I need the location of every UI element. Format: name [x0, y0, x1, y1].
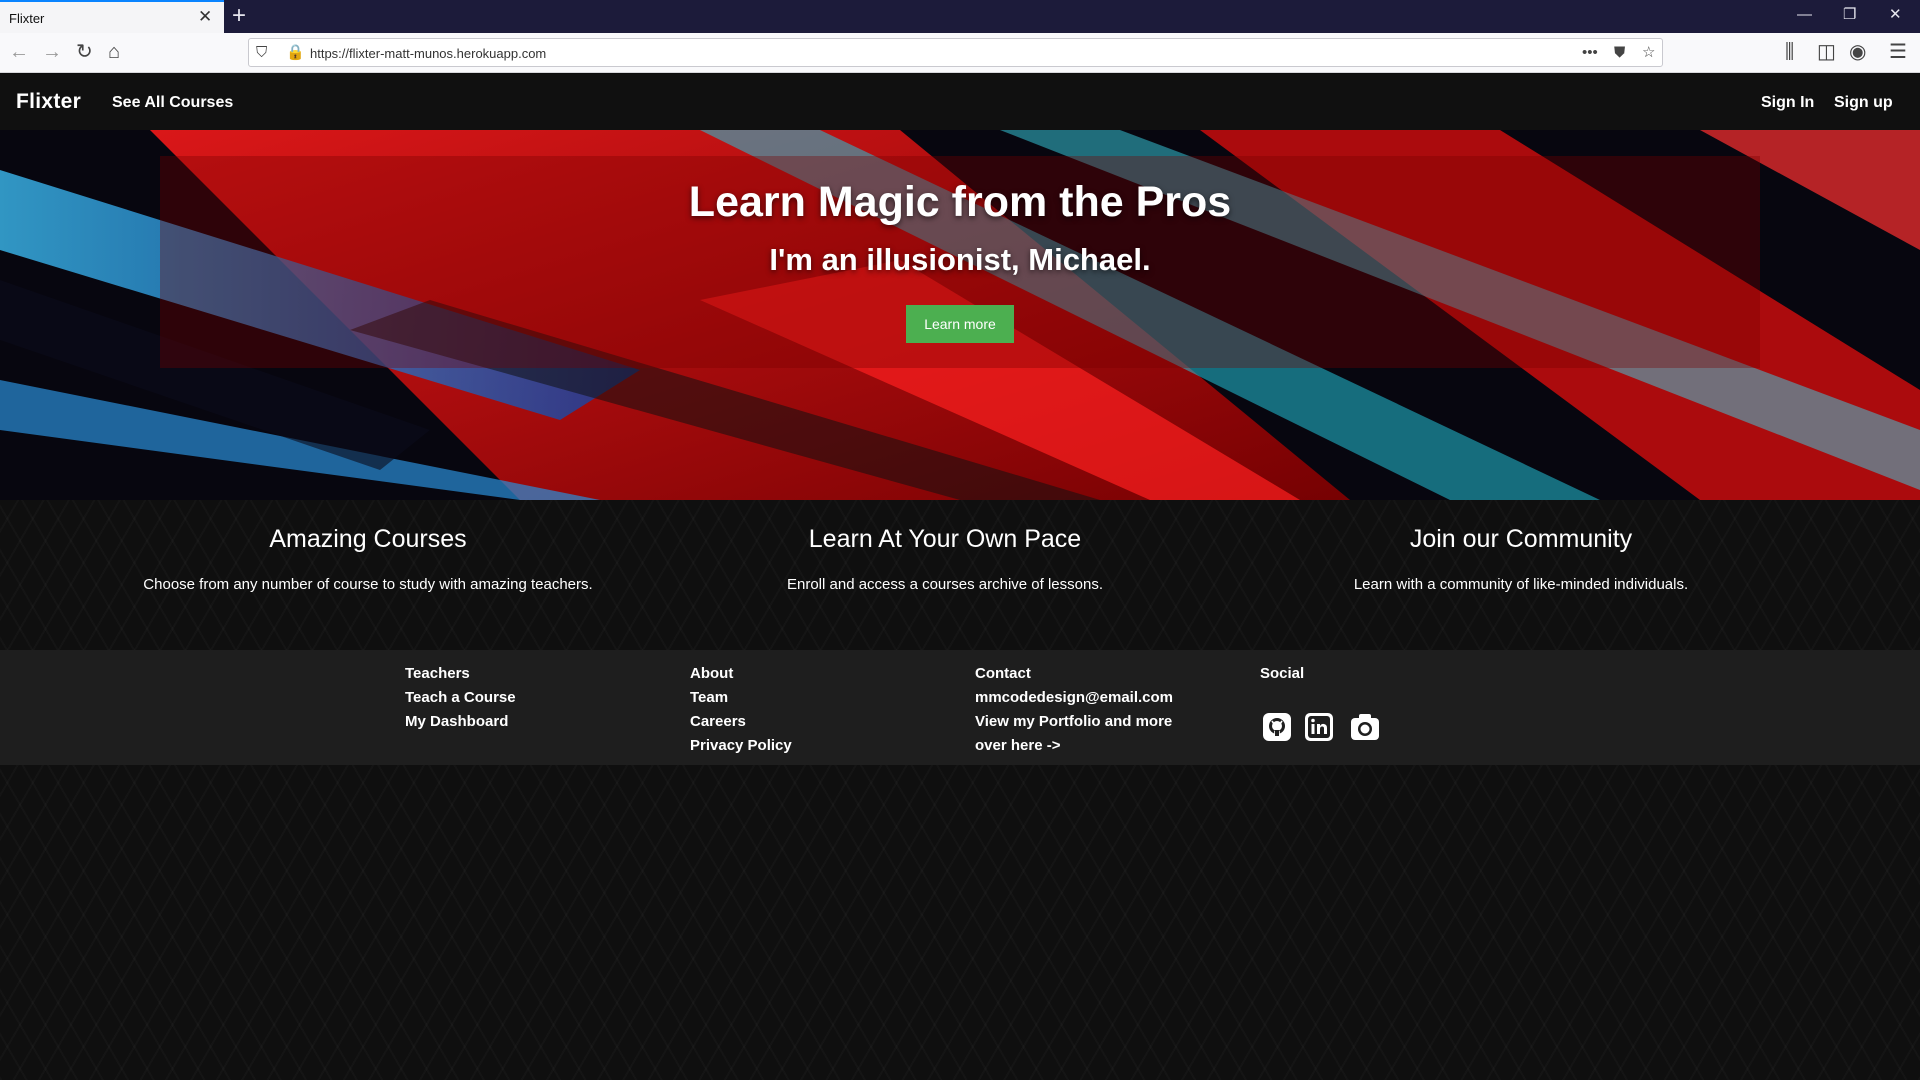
address-bar[interactable]: ⛉ 🔒 https://flixter-matt-munos.herokuapp…: [248, 38, 1663, 67]
restore-button[interactable]: ❐: [1843, 6, 1856, 24]
feature-own-pace: Learn At Your Own Pace Enroll and access…: [625, 500, 1265, 593]
footer-team-link[interactable]: Team: [690, 686, 920, 710]
footer-column-social: Social: [1260, 662, 1490, 686]
feature-text: Enroll and access a courses archive of l…: [787, 576, 1103, 593]
hero-subtitle: I'm an illusionist, Michael.: [769, 242, 1151, 277]
feature-text: Learn with a community of like-minded in…: [1353, 576, 1689, 593]
tab-title: Flixter: [9, 11, 45, 26]
footer-email-link[interactable]: mmcodedesign@email.com: [975, 686, 1235, 710]
hero-banner: Learn Magic from the Pros I'm an illusio…: [0, 130, 1920, 500]
back-icon[interactable]: ←: [9, 41, 29, 63]
feature-amazing-courses: Amazing Courses Choose from any number o…: [48, 500, 688, 593]
tab-close-icon[interactable]: ✕: [198, 8, 212, 26]
feature-title: Join our Community: [1409, 525, 1633, 553]
feature-text: Choose from any number of course to stud…: [143, 576, 593, 593]
footer-column-about: About Team Careers Privacy Policy: [690, 662, 920, 758]
footer-teachers-heading[interactable]: Teachers: [405, 662, 635, 686]
library-icon[interactable]: ⫼: [1785, 41, 1794, 63]
footer-careers-link[interactable]: Careers: [690, 710, 920, 734]
footer-social-heading: Social: [1260, 665, 1305, 682]
footer-contact-heading: Contact: [975, 665, 1031, 682]
site-footer: Teachers Teach a Course My Dashboard Abo…: [0, 650, 1920, 765]
site-navbar: Flixter See All Courses Sign In Sign up: [0, 74, 1920, 130]
sign-up-link[interactable]: Sign up: [1834, 94, 1893, 112]
browser-tab[interactable]: Flixter ✕: [0, 0, 224, 33]
sidebar-icon[interactable]: ◫: [1817, 41, 1836, 63]
brand-logo[interactable]: Flixter: [16, 90, 81, 114]
minimize-button[interactable]: —: [1797, 6, 1812, 24]
window-close-button[interactable]: ✕: [1889, 6, 1902, 24]
reload-icon[interactable]: ↻: [76, 41, 93, 63]
browser-toolbar: ← → ↻ ⌂ ⛉ 🔒 https://flixter-matt-munos.h…: [0, 33, 1920, 73]
footer-dashboard-link[interactable]: My Dashboard: [405, 710, 635, 734]
new-tab-button[interactable]: +: [232, 3, 246, 29]
see-all-courses-link[interactable]: See All Courses: [112, 94, 233, 112]
shield-icon[interactable]: ⛉: [256, 44, 267, 62]
account-icon[interactable]: ◉: [1849, 41, 1866, 63]
lock-icon[interactable]: 🔒: [286, 44, 305, 62]
footer-portfolio-link-cont[interactable]: over here ->: [975, 734, 1235, 758]
browser-tab-bar: Flixter ✕ + — ❐ ✕: [0, 0, 1920, 33]
social-icons: [1262, 712, 1391, 744]
linkedin-icon[interactable]: [1304, 712, 1334, 742]
page: Flixter See All Courses Sign In Sign up: [0, 74, 1920, 1080]
bookmark-star-icon[interactable]: ☆: [1642, 44, 1655, 62]
footer-portfolio-link[interactable]: View my Portfolio and more: [975, 710, 1235, 734]
footer-privacy-link[interactable]: Privacy Policy: [690, 734, 920, 758]
camera-icon[interactable]: [1347, 712, 1383, 742]
features-section: Amazing Courses Choose from any number o…: [0, 500, 1920, 650]
feature-title: Learn At Your Own Pace: [808, 525, 1082, 553]
footer-column-teachers: Teachers Teach a Course My Dashboard: [405, 662, 635, 734]
github-icon[interactable]: [1262, 712, 1292, 742]
home-icon[interactable]: ⌂: [108, 41, 120, 63]
forward-icon[interactable]: →: [42, 41, 62, 63]
url-text[interactable]: https://flixter-matt-munos.herokuapp.com: [310, 46, 546, 61]
sign-in-link[interactable]: Sign In: [1761, 94, 1814, 112]
feature-community: Join our Community Learn with a communit…: [1201, 500, 1841, 593]
footer-about-link[interactable]: About: [690, 662, 920, 686]
menu-icon[interactable]: ☰: [1889, 41, 1907, 63]
more-actions-icon[interactable]: •••: [1582, 44, 1598, 62]
footer-column-contact: Contact mmcodedesign@email.com View my P…: [975, 662, 1235, 758]
hero-title: Learn Magic from the Pros: [688, 178, 1232, 226]
pocket-icon[interactable]: ⛊: [1614, 44, 1625, 62]
learn-more-button[interactable]: Learn more: [906, 305, 1014, 343]
footer-teach-course-link[interactable]: Teach a Course: [405, 686, 635, 710]
feature-title: Amazing Courses: [269, 525, 467, 553]
